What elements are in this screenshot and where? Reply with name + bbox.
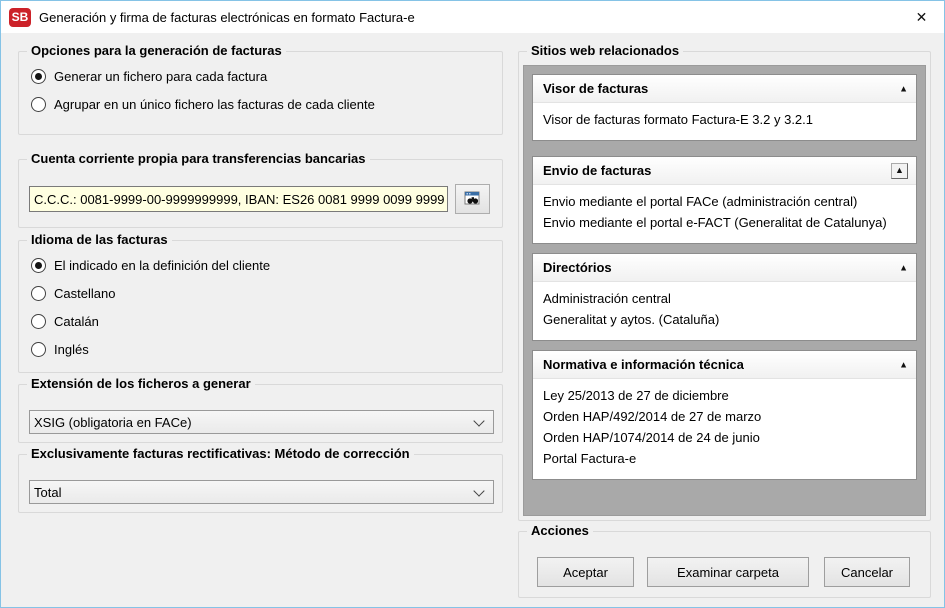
title-bar: SB Generación y firma de facturas electr… [1, 1, 944, 33]
group-title: Opciones para la generación de facturas [27, 43, 286, 58]
link-portal-face[interactable]: Envio mediante el portal FACe (administr… [543, 191, 906, 212]
extension-select[interactable]: XSIG (obligatoria en FACe) [29, 410, 494, 434]
group-cuenta-corriente: Cuenta corriente propia para transferenc… [18, 159, 503, 228]
cuenta-corriente-input[interactable]: C.C.C.: 0081-9999-00-9999999999, IBAN: E… [29, 186, 448, 212]
chevron-down-icon [473, 485, 484, 496]
radio-label: Catalán [54, 314, 99, 329]
radio-label: Agrupar en un único fichero las facturas… [54, 97, 375, 112]
radio-idioma-catalan[interactable]: Catalán [31, 311, 99, 331]
group-idioma-facturas: Idioma de las facturas El indicado en la… [18, 240, 503, 373]
link-portal-efact[interactable]: Envio mediante el portal e-FACT (General… [543, 212, 906, 233]
chevron-down-icon [473, 415, 484, 426]
radio-unselected-icon [31, 342, 46, 357]
card-directorios: Directórios ▲ Administración central Gen… [532, 253, 917, 341]
link-orden-hap-1074[interactable]: Orden HAP/1074/2014 de 24 de junio [543, 427, 906, 448]
combo-selected-value: Total [34, 485, 61, 500]
binoculars-icon [464, 191, 481, 207]
card-title: Normativa e información técnica [543, 357, 744, 372]
radio-unselected-icon [31, 314, 46, 329]
card-title: Directórios [543, 260, 612, 275]
collapse-up-icon[interactable]: ▲ [899, 360, 908, 369]
card-header-visor[interactable]: Visor de facturas ▲ [533, 75, 916, 103]
radio-idioma-ingles[interactable]: Inglés [31, 339, 89, 359]
window-title: Generación y firma de facturas electróni… [39, 10, 415, 25]
buscar-cuenta-button[interactable] [455, 184, 490, 214]
link-visor-factura-e[interactable]: Visor de facturas formato Factura-E 3.2 … [543, 109, 906, 130]
examinar-carpeta-button[interactable]: Examinar carpeta [647, 557, 809, 587]
card-normativa: Normativa e información técnica ▲ Ley 25… [532, 350, 917, 480]
link-ley-25-2013[interactable]: Ley 25/2013 de 27 de diciembre [543, 385, 906, 406]
aceptar-button[interactable]: Aceptar [537, 557, 634, 587]
link-portal-factura-e[interactable]: Portal Factura-e [543, 448, 906, 469]
radio-unselected-icon [31, 286, 46, 301]
card-visor-de-facturas: Visor de facturas ▲ Visor de facturas fo… [532, 74, 917, 141]
close-icon: ✕ [916, 9, 928, 26]
card-title: Visor de facturas [543, 81, 648, 96]
group-title: Exclusivamente facturas rectificativas: … [27, 446, 414, 461]
card-header-envio[interactable]: Envio de facturas ▲ [533, 157, 916, 185]
card-header-normativa[interactable]: Normativa e información técnica ▲ [533, 351, 916, 379]
card-header-directorios[interactable]: Directórios ▲ [533, 254, 916, 282]
radio-unselected-icon [31, 97, 46, 112]
radio-idioma-definicion-cliente[interactable]: El indicado en la definición del cliente [31, 255, 270, 275]
link-administracion-central[interactable]: Administración central [543, 288, 906, 309]
collapse-up-icon[interactable]: ▲ [899, 263, 908, 272]
combo-selected-value: XSIG (obligatoria en FACe) [34, 415, 192, 430]
group-title: Cuenta corriente propia para transferenc… [27, 151, 370, 166]
collapse-up-icon[interactable]: ▲ [891, 163, 908, 179]
group-title: Acciones [527, 523, 593, 538]
card-title: Envio de facturas [543, 163, 651, 178]
group-acciones: Acciones Aceptar Examinar carpeta Cancel… [518, 531, 931, 598]
card-envio-de-facturas: Envio de facturas ▲ Envio mediante el po… [532, 156, 917, 244]
group-opciones-generacion: Opciones para la generación de facturas … [18, 51, 503, 135]
group-title: Extensión de los ficheros a generar [27, 376, 255, 391]
app-logo-icon: SB [9, 8, 31, 27]
dialog-window: SB Generación y firma de facturas electr… [0, 0, 945, 608]
group-metodo-correccion: Exclusivamente facturas rectificativas: … [18, 454, 503, 513]
radio-label: Generar un fichero para cada factura [54, 69, 267, 84]
radio-selected-icon [31, 258, 46, 273]
radio-label: El indicado en la definición del cliente [54, 258, 270, 273]
radio-label: Inglés [54, 342, 89, 357]
radio-selected-icon [31, 69, 46, 84]
group-extension-ficheros: Extensión de los ficheros a generar XSIG… [18, 384, 503, 443]
link-generalitat-aytos[interactable]: Generalitat y aytos. (Cataluña) [543, 309, 906, 330]
collapse-up-icon[interactable]: ▲ [899, 84, 908, 93]
radio-label: Castellano [54, 286, 115, 301]
sites-panel: Visor de facturas ▲ Visor de facturas fo… [523, 65, 926, 516]
group-title: Sitios web relacionados [527, 43, 683, 58]
radio-idioma-castellano[interactable]: Castellano [31, 283, 115, 303]
radio-agrupar-unico-fichero[interactable]: Agrupar en un único fichero las facturas… [31, 94, 375, 114]
group-sitios-web: Sitios web relacionados Visor de factura… [518, 51, 931, 521]
close-button[interactable]: ✕ [899, 1, 944, 33]
radio-generar-un-fichero[interactable]: Generar un fichero para cada factura [31, 66, 267, 86]
metodo-correccion-select[interactable]: Total [29, 480, 494, 504]
cancelar-button[interactable]: Cancelar [824, 557, 910, 587]
link-orden-hap-492[interactable]: Orden HAP/492/2014 de 27 de marzo [543, 406, 906, 427]
group-title: Idioma de las facturas [27, 232, 172, 247]
